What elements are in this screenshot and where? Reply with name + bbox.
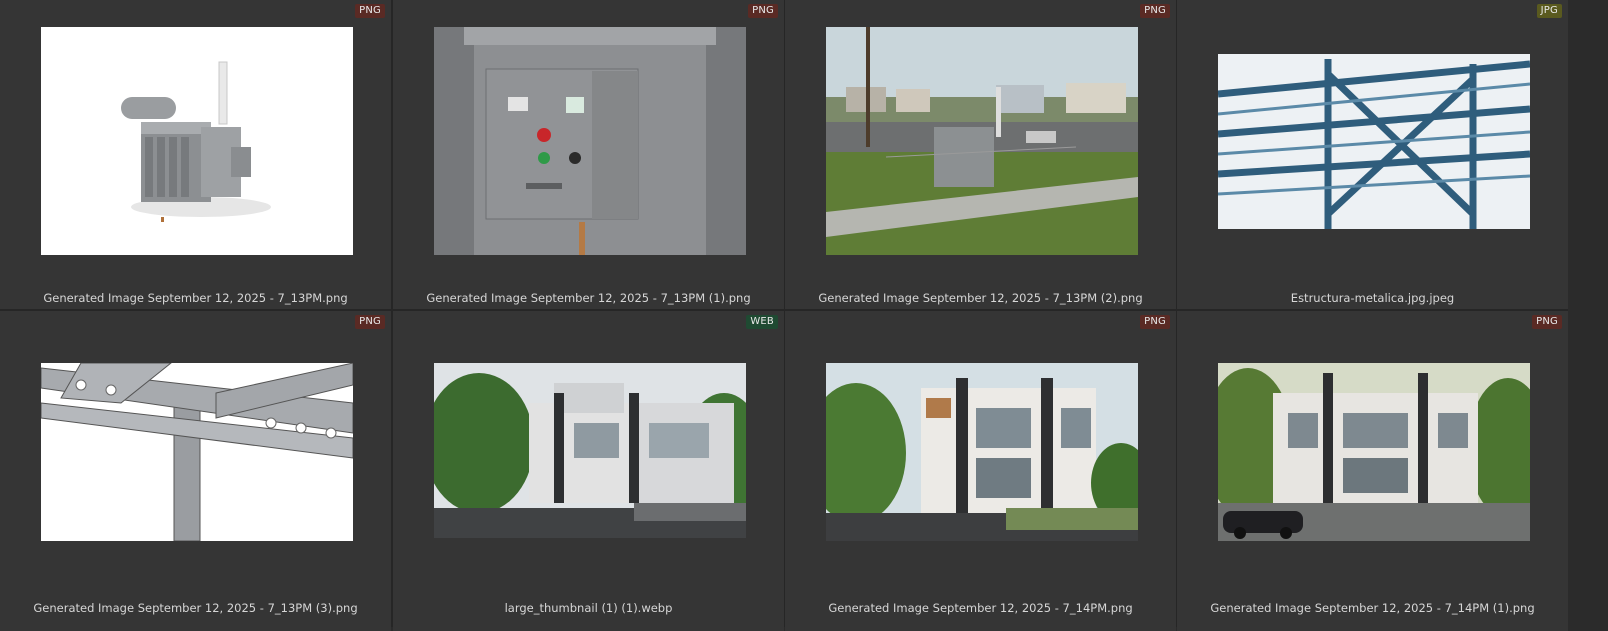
file-name: large_thumbnail (1) (1).webp <box>504 601 673 615</box>
file-type-badge: JPG <box>1536 4 1562 18</box>
file-type-badge: PNG <box>748 4 778 18</box>
file-name: Generated Image September 12, 2025 - 7_1… <box>43 291 348 305</box>
grid-item[interactable]: JPG Estructura-metalica.jpg.jpeg <box>1177 0 1568 309</box>
file-name: Generated Image September 12, 2025 - 7_1… <box>426 291 751 305</box>
thumbnail-neighborhood-transformer <box>826 27 1138 255</box>
thumbnail-steel-joint <box>41 363 353 541</box>
grid-item[interactable]: PNG Generated Image September 12, 2025 -… <box>785 311 1176 631</box>
vertical-scrollbar[interactable] <box>1568 0 1608 627</box>
grid-item[interactable]: PNG Generated Image September 12, 2025 -… <box>0 0 391 309</box>
file-name: Generated Image September 12, 2025 - 7_1… <box>1210 601 1535 615</box>
thumbnail-control-panel <box>434 27 746 255</box>
thumbnail-house-with-car <box>1218 363 1530 541</box>
thumbnail-modern-house-render <box>826 363 1138 541</box>
thumbnail-grid: PNG Generated Image September 12, 2025 -… <box>0 0 1568 631</box>
file-type-badge: PNG <box>355 4 385 18</box>
grid-item[interactable]: PNG Generated Image September 12, 2025 -… <box>1177 311 1568 631</box>
thumbnail-modern-house-sketch <box>434 363 746 538</box>
file-name: Estructura-metalica.jpg.jpeg <box>1290 291 1455 305</box>
file-type-badge: PNG <box>1140 4 1170 18</box>
file-name: Generated Image September 12, 2025 - 7_1… <box>818 291 1143 305</box>
file-name: Generated Image September 12, 2025 - 7_1… <box>828 601 1133 615</box>
file-name: Generated Image September 12, 2025 - 7_1… <box>33 601 358 615</box>
file-type-badge: PNG <box>1532 315 1562 329</box>
file-type-badge: WEB <box>746 315 778 329</box>
file-type-badge: PNG <box>355 315 385 329</box>
thumbnail-transformer-render <box>41 27 353 255</box>
grid-item[interactable]: PNG Generated Image September 12, 2025 -… <box>0 311 391 631</box>
file-type-badge: PNG <box>1140 315 1170 329</box>
grid-item[interactable]: PNG Generated Image September 12, 2025 -… <box>785 0 1176 309</box>
grid-item[interactable]: WEB large_thumbnail (1) (1).webp <box>393 311 784 631</box>
thumbnail-steel-structure <box>1218 54 1530 229</box>
grid-item[interactable]: PNG Generated Image September 12, 2025 -… <box>393 0 784 309</box>
